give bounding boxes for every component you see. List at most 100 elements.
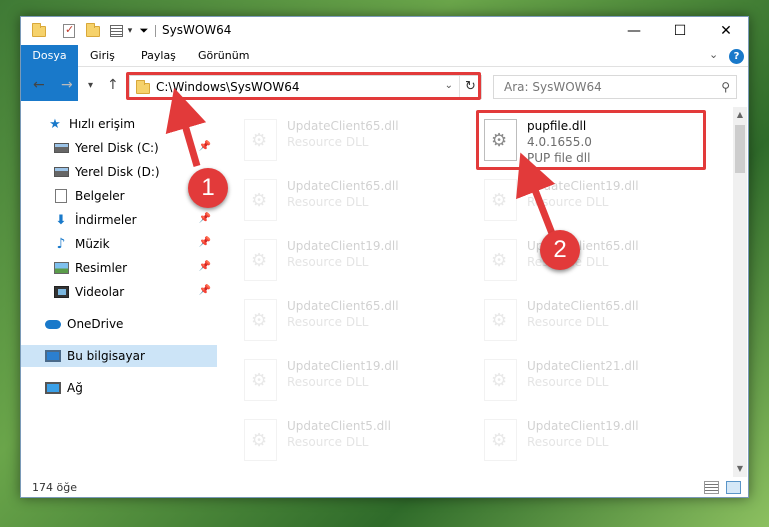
file-name: UpdateClient19.dll	[287, 239, 399, 253]
dll-file-icon	[484, 299, 517, 341]
navigation-bar: ← → ▾ ↑ C:\Windows\SysWOW64 ⌄ ↻ Ara: Sys…	[21, 71, 748, 101]
pin-icon[interactable]: 📌	[199, 285, 211, 296]
step-marker-2: 2	[540, 230, 580, 270]
dll-file-icon	[244, 419, 277, 461]
scroll-down-icon[interactable]: ▼	[733, 461, 747, 477]
file-item[interactable]: UpdateClient19.dll Resource DLL	[241, 233, 471, 289]
file-description: Resource DLL	[527, 195, 609, 209]
tab-view[interactable]: Görünüm	[189, 45, 258, 67]
address-folder-icon	[136, 80, 150, 94]
help-icon[interactable]: ?	[729, 49, 744, 64]
details-view-icon[interactable]	[704, 481, 719, 494]
file-description: Resource DLL	[287, 435, 369, 449]
file-description: Resource DLL	[287, 255, 369, 269]
address-bar[interactable]: C:\Windows\SysWOW64 ⌄ ↻	[129, 75, 482, 99]
vertical-scrollbar[interactable]: ▲ ▼	[733, 107, 747, 477]
file-description: Resource DLL	[287, 315, 369, 329]
sidebar-item-onedrive[interactable]: OneDrive	[21, 313, 217, 335]
file-item[interactable]: UpdateClient19.dll Resource DLL	[481, 413, 711, 469]
sidebar-item-pictures[interactable]: Resimler 📌	[21, 257, 217, 279]
up-button[interactable]: ↑	[107, 77, 119, 93]
sidebar-item-label: Hızlı erişim	[69, 117, 136, 131]
dll-file-icon	[244, 239, 277, 281]
new-folder-icon[interactable]	[84, 21, 102, 41]
downloads-icon: ⬇	[55, 212, 67, 228]
file-name: UpdateClient5.dll	[287, 419, 391, 433]
explorer-window: ▾ ⏷ SysWOW64 — ☐ ✕ Dosya Giriş Paylaş Gö…	[20, 16, 749, 498]
title-separator	[155, 25, 156, 37]
sidebar-item-music[interactable]: ♪ Müzik 📌	[21, 233, 217, 255]
refresh-button[interactable]: ↻	[459, 76, 481, 98]
search-input[interactable]: Ara: SysWOW64 ⚲	[493, 75, 737, 99]
ribbon: Dosya Giriş Paylaş Görünüm ⌄ ?	[21, 45, 748, 101]
file-description: PUP file dll	[527, 151, 591, 165]
file-item[interactable]: UpdateClient19.dll Resource DLL	[481, 173, 711, 229]
dll-file-icon	[244, 299, 277, 341]
sidebar-item-videos[interactable]: Videolar 📌	[21, 281, 217, 303]
file-item[interactable]: UpdateClient21.dll Resource DLL	[481, 353, 711, 409]
sidebar-item-this-pc[interactable]: Bu bilgisayar	[21, 345, 217, 367]
file-item[interactable]: UpdateClient65.dll Resource DLL	[241, 113, 471, 169]
file-description: Resource DLL	[527, 435, 609, 449]
status-bar: 174 öğe	[21, 477, 748, 499]
file-name: UpdateClient19.dll	[527, 419, 639, 433]
file-name: UpdateClient65.dll	[287, 179, 399, 193]
drive-icon	[53, 165, 69, 179]
file-name: UpdateClient19.dll	[287, 359, 399, 373]
close-button[interactable]: ✕	[703, 17, 749, 45]
search-placeholder: Ara: SysWOW64	[504, 80, 602, 94]
pin-icon[interactable]: 📌	[199, 237, 211, 248]
sidebar-item-downloads[interactable]: ⬇ İndirmeler 📌	[21, 209, 217, 231]
customize-toolbar-icon[interactable]: ⏷	[138, 21, 150, 41]
maximize-button[interactable]: ☐	[657, 17, 703, 45]
search-icon[interactable]: ⚲	[721, 80, 730, 94]
videos-icon	[53, 285, 69, 299]
forward-button[interactable]: →	[61, 77, 73, 93]
recent-locations-button[interactable]: ▾	[88, 80, 93, 91]
file-version: 4.0.1655.0	[527, 135, 592, 149]
sidebar-item-label: İndirmeler	[75, 213, 137, 227]
address-path[interactable]: C:\Windows\SysWOW64	[156, 80, 300, 94]
address-dropdown-icon[interactable]: ⌄	[445, 80, 453, 91]
tab-share[interactable]: Paylaş	[132, 45, 185, 67]
sidebar-item-quick-access[interactable]: ★ Hızlı erişim	[21, 113, 217, 135]
sidebar-item-label: Yerel Disk (C:)	[75, 141, 159, 155]
dll-file-icon	[484, 239, 517, 281]
sidebar-item-network[interactable]: Ağ	[21, 377, 217, 399]
large-icons-view-icon[interactable]	[726, 481, 741, 494]
tab-home[interactable]: Giriş	[81, 45, 124, 67]
file-list: UpdateClient65.dll Resource DLL pupfile.…	[221, 107, 733, 477]
pin-icon[interactable]: 📌	[199, 213, 211, 224]
sidebar-item-label: OneDrive	[67, 317, 124, 331]
file-item-pupfile[interactable]: pupfile.dll 4.0.1655.0 PUP file dll	[481, 113, 711, 169]
view-icon[interactable]	[107, 21, 125, 41]
minimize-button[interactable]: —	[611, 17, 657, 45]
scroll-up-icon[interactable]: ▲	[733, 107, 747, 123]
scroll-thumb[interactable]	[735, 125, 745, 173]
expand-ribbon-icon[interactable]: ⌄	[709, 48, 718, 61]
title-bar: ▾ ⏷ SysWOW64 — ☐ ✕	[21, 17, 748, 45]
properties-icon[interactable]	[60, 21, 78, 41]
pin-icon[interactable]: 📌	[199, 141, 211, 152]
file-item[interactable]: UpdateClient65.dll Resource DLL	[481, 233, 711, 289]
onedrive-icon	[45, 317, 61, 331]
star-icon: ★	[49, 116, 61, 132]
sidebar-item-local-disk-c[interactable]: Yerel Disk (C:) 📌	[21, 137, 217, 159]
file-name: UpdateClient21.dll	[527, 359, 639, 373]
file-name: UpdateClient19.dll	[527, 179, 639, 193]
dll-file-icon	[484, 359, 517, 401]
file-item[interactable]: UpdateClient65.dll Resource DLL	[481, 293, 711, 349]
file-item[interactable]: UpdateClient65.dll Resource DLL	[241, 293, 471, 349]
back-button[interactable]: ←	[33, 77, 45, 93]
pin-icon[interactable]: 📌	[199, 261, 211, 272]
file-item[interactable]: UpdateClient19.dll Resource DLL	[241, 353, 471, 409]
sidebar-item-local-disk-d[interactable]: Yerel Disk (D:)	[21, 161, 217, 183]
file-item[interactable]: UpdateClient5.dll Resource DLL	[241, 413, 471, 469]
file-description: Resource DLL	[287, 195, 369, 209]
file-description: Resource DLL	[287, 375, 369, 389]
file-item[interactable]: UpdateClient65.dll Resource DLL	[241, 173, 471, 229]
music-icon: ♪	[56, 236, 66, 252]
sidebar-item-label: Videolar	[75, 285, 125, 299]
sidebar-item-label: Bu bilgisayar	[67, 349, 145, 363]
quick-access-dropdown-icon[interactable]: ▾	[125, 21, 135, 41]
